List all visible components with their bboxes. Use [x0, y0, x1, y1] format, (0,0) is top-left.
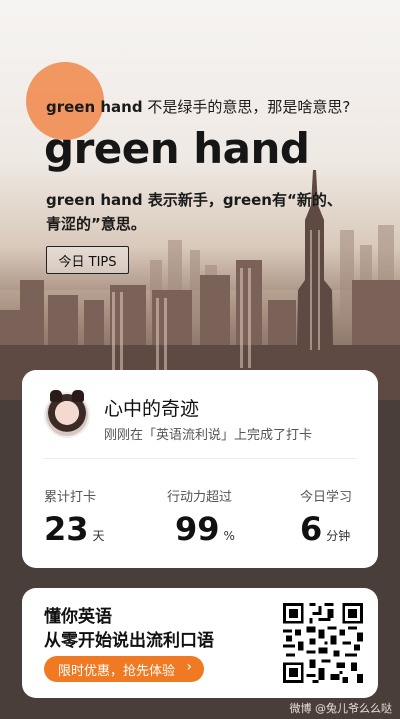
stat-unit: 天: [92, 529, 105, 543]
promo-cta-label: 限时优惠，抢先体验: [58, 663, 176, 679]
checkin-card: 心中的奇迹 刚刚在「英语流利说」上完成了打卡 累计打卡 23 天 行动力超过 99…: [22, 370, 378, 568]
stat-unit: 分钟: [326, 529, 351, 543]
tips-button[interactable]: 今日 TIPS: [46, 246, 129, 274]
stat-value: 6 分钟: [300, 510, 350, 548]
stat-value: 23 天: [44, 510, 105, 548]
stat-action-rate: 行动力超过 99%: [167, 486, 287, 548]
subtitle-rest: 不是绿手的意思，那是啥意思?: [142, 98, 351, 116]
subtitle-bold: green hand: [46, 98, 143, 116]
stat-label: 今日学习: [300, 490, 353, 505]
promo-title: 懂你英语: [44, 607, 112, 627]
stat-total-checkin: 累计打卡 23 天: [44, 486, 164, 548]
hero-description: green hand 表示新手，green有“新的、青涩的”意思。: [46, 191, 342, 233]
qr-code-icon[interactable]: [280, 600, 366, 686]
stat-value: 99%: [175, 510, 235, 548]
stat-number: 23: [44, 510, 89, 548]
stat-label: 累计打卡: [44, 490, 97, 505]
promo-card[interactable]: 懂你英语 从零开始说出流利口语 限时优惠，抢先体验 ›: [22, 588, 378, 698]
username: 心中的奇迹: [104, 398, 200, 420]
stat-number: 99: [175, 510, 220, 548]
stat-label: 行动力超过: [167, 490, 233, 505]
stat-today-study: 今日学习 6 分钟: [300, 486, 400, 548]
checkin-text: 刚刚在「英语流利说」上完成了打卡: [104, 428, 313, 443]
promo-subtitle: 从零开始说出流利口语: [44, 631, 214, 651]
stat-unit: %: [223, 529, 235, 543]
chevron-right-icon: ›: [186, 659, 192, 675]
divider: [44, 458, 356, 459]
hero-title: green hand: [44, 124, 310, 173]
cat-ear-right-icon: [72, 390, 84, 402]
promo-cta-button[interactable]: 限时优惠，抢先体验 ›: [44, 656, 204, 682]
stat-number: 6: [300, 510, 323, 548]
avatar[interactable]: [44, 390, 90, 438]
hero-banner: green hand 不是绿手的意思，那是啥意思? green hand gre…: [0, 0, 400, 400]
weibo-watermark: 微博 @兔儿爷么么哒: [289, 702, 393, 715]
cat-ear-left-icon: [50, 390, 62, 402]
hero-subtitle: green hand 不是绿手的意思，那是啥意思?: [46, 96, 350, 117]
